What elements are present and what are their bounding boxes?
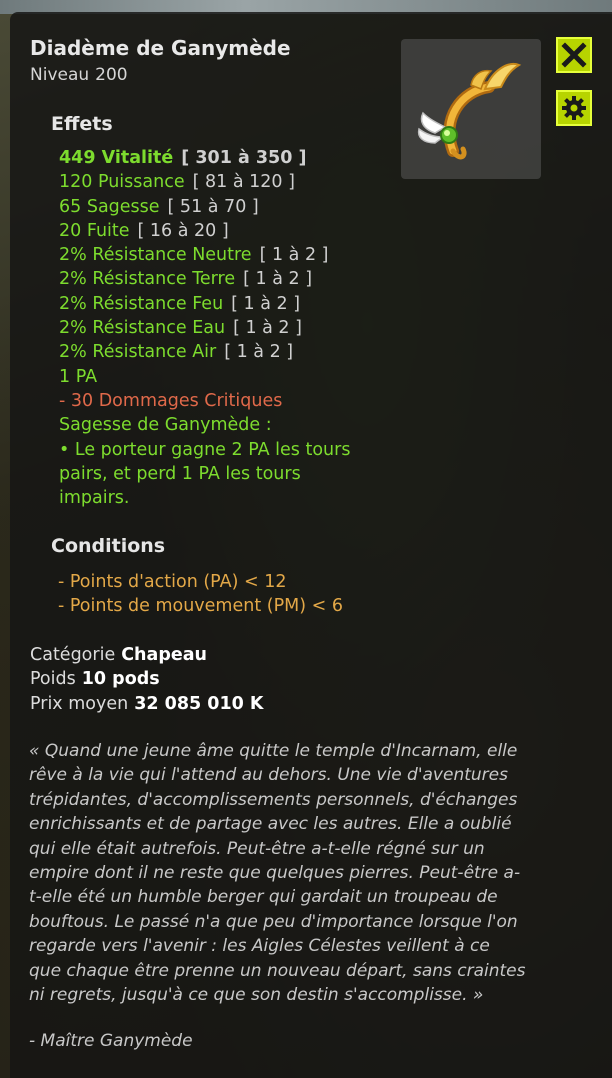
effect-pa: 1 PA bbox=[59, 366, 98, 387]
description-line: rêve à la vie qui l'attend au dehors. Un… bbox=[29, 765, 508, 786]
description-line: t-elle été un humble berger qui gardait … bbox=[29, 887, 498, 908]
item-name: Diadème de Ganymède bbox=[30, 36, 291, 60]
level-label: Niveau bbox=[30, 65, 90, 85]
price-value: 32 085 010 K bbox=[134, 693, 264, 714]
description-line: ni regrets, jusqu'à ce que son destin s'… bbox=[29, 985, 484, 1006]
effect-line: 2% Résistance Air[ 1 à 2 ] bbox=[59, 342, 294, 363]
gear-icon bbox=[562, 96, 586, 120]
effect-line: 2% Résistance Neutre[ 1 à 2 ] bbox=[59, 245, 329, 266]
category-value: Chapeau bbox=[121, 645, 207, 665]
effects-list: 449 Vitalité[ 301 à 350 ] 120 Puissance[… bbox=[59, 146, 350, 510]
settings-button[interactable] bbox=[556, 90, 592, 126]
item-meta: Catégorie Chapeau Poids 10 pods Prix moyen… bbox=[30, 643, 263, 716]
effect-line: 65 Sagesse[ 51 à 70 ] bbox=[59, 196, 259, 217]
item-level: Niveau 200 bbox=[30, 65, 128, 85]
price-row: Prix moyen 32 085 010 K bbox=[30, 693, 264, 714]
description-line: regarde vers l'avenir : les Aigles Céles… bbox=[29, 936, 490, 957]
effect-line: 449 Vitalité[ 301 à 350 ] bbox=[59, 148, 307, 168]
item-description: « Quand une jeune âme quitte le temple d… bbox=[29, 739, 549, 1007]
conditions-list: - Points d'action (PA) < 12 - Points de … bbox=[58, 570, 343, 619]
description-line: que chaque être prenne un nouveau départ… bbox=[29, 960, 526, 981]
effect-line: 120 Puissance[ 81 à 120 ] bbox=[59, 172, 295, 193]
condition-line: - Points de mouvement (PM) < 6 bbox=[58, 596, 343, 617]
description-line: enrichissants et de partage avec les aut… bbox=[29, 814, 512, 835]
special-effect-line: • Le porteur gagne 2 PA les tours bbox=[59, 439, 351, 460]
description-line: empire dont il ne reste que quelques pie… bbox=[29, 863, 521, 884]
special-effect-title: Sagesse de Ganymède : bbox=[59, 415, 272, 436]
condition-line: - Points d'action (PA) < 12 bbox=[58, 572, 287, 592]
special-effect-line: impairs. bbox=[59, 488, 130, 509]
weight-row: Poids 10 pods bbox=[30, 669, 160, 690]
category-row: Catégorie Chapeau bbox=[30, 645, 207, 665]
description-line: qui elle était autrefois. Peut-être a-t-… bbox=[29, 838, 485, 859]
effect-line: 2% Résistance Eau[ 1 à 2 ] bbox=[59, 318, 302, 339]
weight-value: 10 pods bbox=[81, 669, 160, 690]
effect-malus: - 30 Dommages Critiques bbox=[59, 390, 283, 411]
effect-line: 2% Résistance Terre[ 1 à 2 ] bbox=[59, 269, 313, 290]
description-line: bouftous. Le passé n'a que peu d'importa… bbox=[29, 911, 518, 932]
effects-title: Effets bbox=[51, 113, 113, 135]
conditions-title: Conditions bbox=[51, 535, 166, 557]
item-icon-frame bbox=[401, 39, 541, 179]
effect-line: 20 Fuite[ 16 à 20 ] bbox=[59, 220, 229, 241]
close-button[interactable] bbox=[556, 37, 592, 73]
level-value: 200 bbox=[95, 65, 128, 85]
close-icon bbox=[561, 42, 587, 68]
description-author: - Maître Ganymède bbox=[29, 1031, 193, 1051]
winged-golden-diadem-icon bbox=[417, 63, 522, 160]
description-line: « Quand une jeune âme quitte le temple d… bbox=[29, 741, 518, 761]
item-tooltip: Diadème de Ganymède Niveau 200 Effets 44… bbox=[10, 12, 612, 1078]
effect-line: 2% Résistance Feu[ 1 à 2 ] bbox=[59, 293, 301, 314]
description-line: trépidantes, d'accomplissements personne… bbox=[29, 789, 518, 810]
special-effect-line: pairs, et perd 1 PA les tours bbox=[59, 463, 301, 484]
